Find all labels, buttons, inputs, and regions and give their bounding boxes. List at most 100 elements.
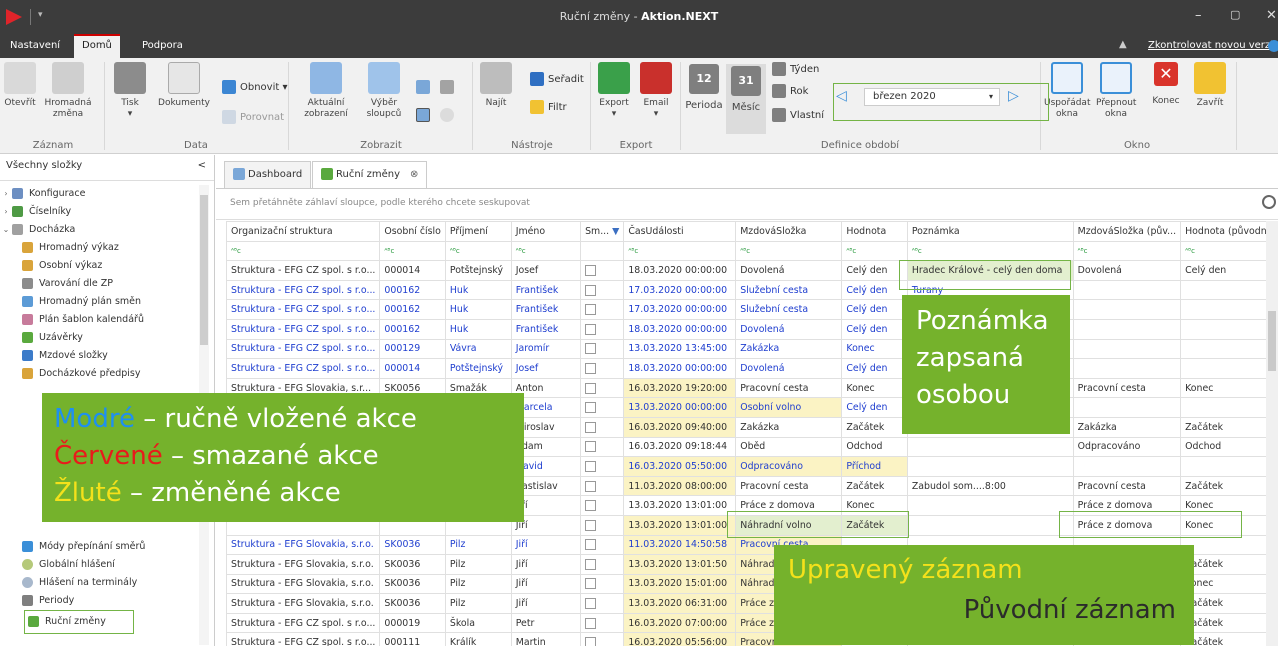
table-cell[interactable]: Celý den — [841, 358, 908, 379]
filter-funnel-icon[interactable]: ▼ — [612, 226, 619, 237]
row-checkbox-cell[interactable] — [580, 554, 625, 575]
row-checkbox[interactable] — [585, 284, 597, 296]
table-cell[interactable]: 13.03.2020 13:01:00 — [623, 495, 737, 516]
table-cell[interactable]: 000129 — [379, 338, 446, 360]
table-cell[interactable]: Začátek — [841, 416, 908, 438]
table-cell[interactable]: Celý den — [1180, 260, 1278, 281]
filter-cell[interactable]: ᴬᴮc — [1072, 240, 1182, 262]
filter-cell[interactable]: ᴬᴮc — [906, 240, 1074, 262]
compare-button[interactable]: Porovnat — [222, 110, 284, 126]
table-cell[interactable]: Josef — [510, 260, 582, 281]
table-cell[interactable]: 13.03.2020 13:45:00 — [623, 338, 737, 360]
tab-domu[interactable]: Domů — [74, 34, 120, 58]
row-checkbox[interactable] — [585, 519, 597, 531]
table-cell[interactable]: Konec — [1180, 377, 1278, 399]
table-cell[interactable]: Struktura - EFG CZ spol. s r.o... — [225, 612, 381, 634]
table-cell[interactable]: 13.03.2020 00:00:00 — [623, 397, 737, 418]
tree-item-hromadny-plan[interactable]: Hromadný plán směn — [22, 293, 141, 310]
table-cell[interactable]: SK0036 — [379, 554, 446, 575]
table-cell[interactable]: Konec — [1180, 495, 1278, 516]
row-checkbox-cell[interactable] — [580, 397, 625, 418]
table-cell[interactable]: Struktura - EFG CZ spol. s r.o... — [225, 279, 381, 301]
table-cell[interactable]: 18.03.2020 00:00:00 — [623, 260, 737, 281]
row-checkbox-cell[interactable] — [580, 573, 625, 595]
table-cell[interactable]: Zakázka — [1072, 416, 1182, 438]
table-cell[interactable]: 16.03.2020 05:56:00 — [623, 632, 737, 646]
year-button[interactable]: Rok — [772, 84, 808, 100]
row-checkbox-cell[interactable] — [580, 514, 625, 536]
tree-item-hromadny-vykaz[interactable]: Hromadný výkaz — [22, 239, 119, 256]
table-cell[interactable]: 000162 — [379, 299, 446, 320]
zoom-view-icon[interactable] — [440, 108, 458, 124]
table-cell[interactable]: 18.03.2020 00:00:00 — [623, 358, 737, 379]
table-cell[interactable]: Odchod — [1180, 436, 1278, 458]
table-cell[interactable]: 17.03.2020 00:00:00 — [623, 299, 737, 320]
table-cell[interactable] — [1180, 338, 1278, 360]
row-checkbox-cell[interactable] — [580, 612, 625, 634]
table-cell[interactable] — [906, 456, 1074, 477]
scrollbar-thumb[interactable] — [200, 195, 208, 345]
tree-item-periody[interactable]: Periody — [22, 592, 74, 609]
row-checkbox[interactable] — [585, 304, 597, 316]
table-cell[interactable]: Pracovní cesta — [735, 377, 843, 399]
row-checkbox[interactable] — [585, 598, 597, 610]
table-cell[interactable]: Konec — [1180, 573, 1278, 595]
col-header[interactable]: MzdováSložka — [735, 221, 843, 242]
table-row[interactable]: Struktura - EFG CZ spol. s r.o... 000014 P… — [225, 260, 1278, 281]
table-cell[interactable]: Huk — [444, 318, 512, 340]
table-cell[interactable]: Jiří — [510, 593, 582, 614]
table-cell[interactable]: Pilz — [444, 534, 512, 556]
table-cell[interactable]: Jiří — [510, 573, 582, 595]
collapse-panel-icon[interactable]: < — [198, 155, 206, 177]
table-cell[interactable]: 17.03.2020 00:00:00 — [623, 279, 737, 301]
next-period-icon[interactable]: ▷ — [1008, 88, 1019, 104]
col-header[interactable]: Osobní číslo — [379, 221, 446, 242]
row-checkbox[interactable] — [585, 578, 597, 590]
row-checkbox[interactable] — [585, 264, 597, 276]
table-cell[interactable]: 18.03.2020 00:00:00 — [623, 318, 737, 340]
tree-item-mzdove-slozky[interactable]: Mzdové složky — [22, 347, 108, 364]
table-cell[interactable]: SK0036 — [379, 593, 446, 614]
filter-cell[interactable] — [580, 240, 625, 262]
table-cell[interactable] — [906, 514, 1074, 536]
documents-button[interactable]: Dokumenty — [156, 62, 212, 109]
column-chooser-button[interactable]: Výběr sloupců — [362, 62, 406, 120]
tree-item-osobni-vykaz[interactable]: Osobní výkaz — [22, 257, 102, 274]
close-doc-button[interactable]: Zavřít — [1190, 62, 1230, 109]
table-cell[interactable]: Jiří — [510, 554, 582, 575]
table-cell[interactable]: Začátek — [1180, 632, 1278, 646]
filter-cell[interactable]: ᴬᴮc — [623, 240, 737, 262]
table-row[interactable]: Struktura - EFG CZ spol. s r.o... 000129 V… — [225, 338, 1278, 360]
table-cell[interactable]: Pracovní cesta — [1072, 377, 1182, 399]
table-cell[interactable]: Odpracováno — [1072, 436, 1182, 458]
row-checkbox-cell[interactable] — [580, 593, 625, 614]
table-cell[interactable] — [1180, 456, 1278, 477]
table-cell[interactable]: Celý den — [841, 299, 908, 320]
table-cell[interactable]: Králík — [444, 632, 512, 646]
filter-cell[interactable]: ᴬᴮc — [1180, 240, 1278, 262]
export-button[interactable]: Export ▾ — [596, 62, 632, 120]
row-checkbox[interactable] — [585, 382, 597, 394]
row-checkbox[interactable] — [585, 402, 597, 414]
table-row[interactable]: Struktura - EFG CZ spol. s r.o... 000162 H… — [225, 299, 1278, 320]
table-cell[interactable] — [1180, 299, 1278, 320]
table-cell[interactable]: Celý den — [841, 260, 908, 281]
table-cell[interactable]: Pracovní cesta — [1072, 475, 1182, 497]
row-checkbox[interactable] — [585, 558, 597, 570]
check-update-link[interactable]: Zkontrolovat novou verzi — [1148, 40, 1273, 51]
table-cell[interactable] — [1180, 397, 1278, 418]
row-checkbox-cell[interactable] — [580, 534, 625, 556]
table-cell[interactable]: Začátek — [841, 514, 908, 536]
row-checkbox-cell[interactable] — [580, 338, 625, 360]
table-cell[interactable]: Struktura - EFG Slovakia, s.r.o. — [225, 573, 381, 595]
row-checkbox[interactable] — [585, 421, 597, 433]
table-cell[interactable] — [1072, 358, 1182, 379]
row-checkbox[interactable] — [585, 617, 597, 629]
tree-item-konfigurace[interactable]: › Konfigurace — [0, 185, 85, 202]
switch-windows-button[interactable]: Přepnout okna — [1094, 62, 1138, 120]
table-cell[interactable]: 16.03.2020 09:18:44 — [623, 436, 737, 458]
refresh-button[interactable]: Obnovit ▾ — [222, 80, 288, 96]
month-button[interactable]: 31 Měsíc — [726, 64, 766, 134]
open-button[interactable]: Otevřít — [4, 62, 36, 109]
tree-item-dochazka[interactable]: ⌄ Docházka — [0, 221, 75, 238]
